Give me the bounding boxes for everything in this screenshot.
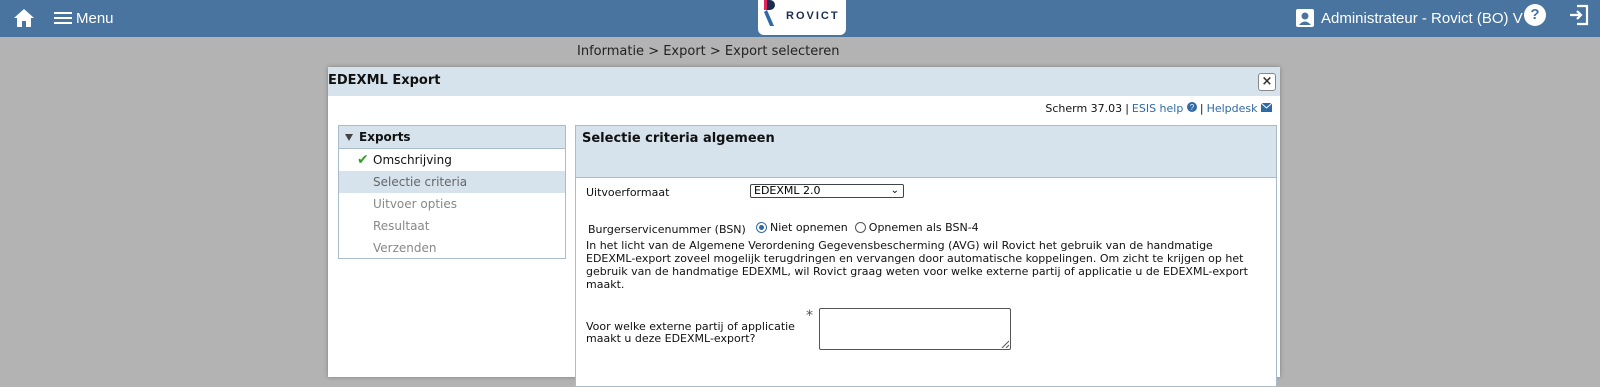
esis-help-link[interactable]: ESIS help ? <box>1132 102 1197 115</box>
user-label: Administrateur - Rovict (BO) V <box>1321 9 1523 27</box>
bsn-radio-niet-opnemen[interactable] <box>756 222 767 233</box>
sidebar-header-label: Exports <box>359 130 411 144</box>
logout-icon[interactable] <box>1568 4 1590 26</box>
screen-code: Scherm 37.03 <box>1045 102 1123 115</box>
external-party-label: Voor welke externe partij of applicatie … <box>586 320 795 345</box>
sidebar-item-label: Omschrijving <box>373 153 452 167</box>
helpdesk-link[interactable]: Helpdesk <box>1207 102 1273 115</box>
question-circle-icon: ? <box>1186 102 1197 112</box>
bsn-option1-label: Niet opnemen <box>770 221 848 234</box>
sidebar-item-resultaat[interactable]: Resultaat <box>339 215 565 237</box>
criteria-panel: Selectie criteria algemeen Uitvoerformaa… <box>575 125 1277 387</box>
triangle-down-icon <box>345 133 353 141</box>
envelope-icon <box>1260 102 1273 112</box>
close-button[interactable]: × <box>1258 73 1276 91</box>
menu-button[interactable]: Menu <box>54 6 114 30</box>
help-icon[interactable]: ? <box>1524 4 1546 26</box>
svg-text:?: ? <box>1190 103 1195 112</box>
bsn-radio-bsn4[interactable] <box>854 222 866 233</box>
hamburger-icon <box>54 12 72 24</box>
separator: | <box>1125 102 1129 115</box>
home-icon[interactable] <box>12 6 36 30</box>
bsn-label: Burgerservicenummer (BSN) <box>588 223 746 236</box>
logo-mark-icon <box>764 0 775 26</box>
check-icon: ✔ <box>357 152 369 168</box>
panel-title: Selectie criteria algemeen <box>576 126 1276 178</box>
format-select[interactable]: EDEXML 2.0 ⌄ <box>750 184 904 198</box>
menu-label: Menu <box>76 9 114 27</box>
dialog-title: EDEXML Export <box>328 73 441 88</box>
logo[interactable]: ROVICT <box>758 0 846 35</box>
exports-sidebar: Exports ✔ Omschrijving Selectie criteria… <box>338 125 566 259</box>
sidebar-item-verzenden[interactable]: Verzenden <box>339 237 565 259</box>
external-party-textarea[interactable] <box>819 308 1011 350</box>
sidebar-header[interactable]: Exports <box>339 126 565 149</box>
required-marker: * <box>806 308 813 324</box>
sidebar-item-label: Selectie criteria <box>373 175 468 189</box>
export-dialog: EDEXML Export × Scherm 37.03 | ESIS help… <box>328 67 1280 387</box>
help-links: Scherm 37.03 | ESIS help ? | Helpdesk <box>1045 102 1273 115</box>
sidebar-item-label: Verzenden <box>373 241 437 255</box>
resize-handle-icon[interactable] <box>1001 340 1009 348</box>
separator: | <box>1199 102 1204 115</box>
user-card-icon <box>1296 9 1314 27</box>
format-label: Uitvoerformaat <box>586 186 670 199</box>
sidebar-item-label: Uitvoer opties <box>373 197 458 211</box>
breadcrumb: Informatie > Export > Export selecteren <box>577 44 840 59</box>
bsn-option2-label: Opnemen als BSN-4 <box>868 221 979 234</box>
sidebar-item-omschrijving[interactable]: ✔ Omschrijving <box>339 149 565 171</box>
top-bar: Menu ROVICT Administrateur - Rovict (BO)… <box>0 0 1600 37</box>
chevron-down-icon: ⌄ <box>890 185 899 196</box>
logo-text: ROVICT <box>786 10 840 22</box>
dialog-header: EDEXML Export × <box>328 67 1280 96</box>
sidebar-item-label: Resultaat <box>373 219 430 233</box>
user-menu[interactable]: Administrateur - Rovict (BO) V <box>1295 6 1523 30</box>
bsn-radio-group: Niet opnemen Opnemen als BSN-4 <box>756 221 979 234</box>
avg-info-text: In het licht van de Algemene Verordening… <box>586 239 1248 291</box>
format-select-value: EDEXML 2.0 <box>754 184 821 197</box>
sidebar-item-selectie-criteria[interactable]: Selectie criteria <box>339 171 565 193</box>
sidebar-item-uitvoer-opties[interactable]: Uitvoer opties <box>339 193 565 215</box>
